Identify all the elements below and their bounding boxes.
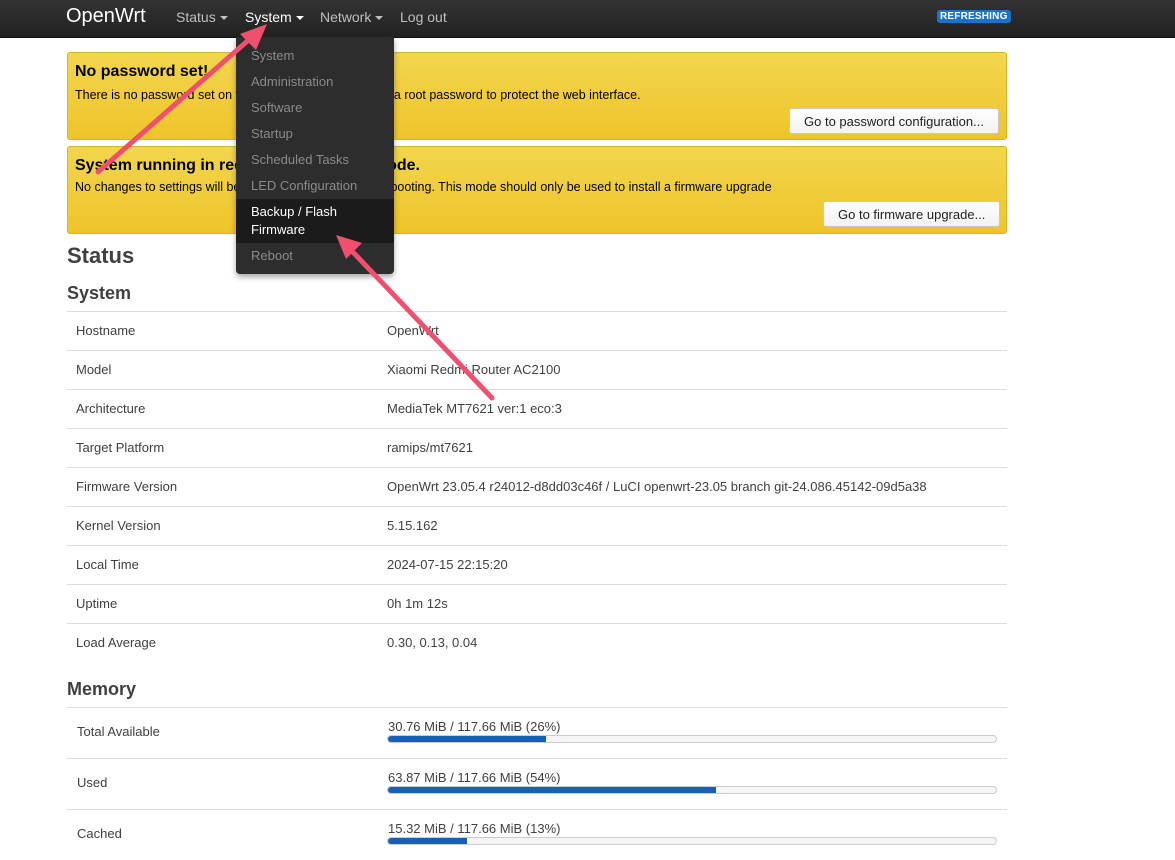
memory-section-title: Memory [67, 679, 137, 699]
row-key: Architecture [76, 401, 146, 416]
table-row: Total Available 30.76 MiB / 117.66 MiB (… [67, 707, 1007, 758]
nav-logout-label: Log out [400, 9, 447, 25]
row-value: OpenWrt [387, 323, 439, 338]
nav-status-label: Status [176, 9, 216, 25]
nav-network-label: Network [320, 9, 372, 25]
table-row: Local Time 2024-07-15 22:15:20 [67, 545, 1007, 584]
menu-item-led-configuration[interactable]: LED Configuration [236, 178, 394, 193]
top-navbar: OpenWrt Status System Network Log out RE… [0, 0, 1175, 38]
menu-item-system[interactable]: System [236, 48, 394, 63]
row-key: Model [76, 362, 112, 377]
page-title: Status [67, 243, 135, 268]
menu-item-label-line2: Firmware [251, 222, 306, 237]
brand-logo[interactable]: OpenWrt [66, 5, 146, 28]
menu-item-backup-flash-firmware[interactable]: Backup / Flash Firmware [236, 199, 394, 243]
chevron-down-icon [295, 16, 304, 21]
progress-fill [388, 787, 717, 793]
password-config-button[interactable]: Go to password configuration... [789, 108, 999, 134]
table-row: Cached 15.32 MiB / 117.66 MiB (13%) [67, 809, 1007, 860]
row-key: Cached [77, 826, 122, 841]
refreshing-badge[interactable]: REFRESHING [937, 10, 1011, 23]
progress-bar [387, 837, 997, 845]
alert-recovery-mode: System running in recovery (initramfs) m… [67, 146, 1007, 234]
chevron-down-icon [375, 16, 384, 21]
row-key: Local Time [76, 557, 139, 572]
progress-bar [387, 735, 997, 743]
system-info-table: Hostname OpenWrt Model Xiaomi Redmi Router… [67, 311, 1007, 662]
table-row: Target Platform ramips/mt7621 [67, 428, 1007, 467]
row-value: 2024-07-15 22:15:20 [387, 557, 508, 572]
table-row: Hostname OpenWrt [67, 311, 1007, 350]
table-row: Used 63.87 MiB / 117.66 MiB (54%) [67, 758, 1007, 809]
nav-logout[interactable]: Log out [400, 9, 447, 25]
row-key: Kernel Version [76, 518, 161, 533]
row-value: MediaTek MT7621 ver:1 eco:3 [387, 401, 562, 416]
row-value: ramips/mt7621 [387, 440, 473, 455]
row-key: Used [77, 775, 108, 790]
progress-text: 63.87 MiB / 117.66 MiB (54%) [388, 770, 561, 785]
progress-bar [387, 786, 997, 794]
table-row: Load Average 0.30, 0.13, 0.04 [67, 623, 1007, 662]
menu-item-administration[interactable]: Administration [236, 74, 394, 89]
menu-item-startup[interactable]: Startup [236, 126, 394, 141]
menu-item-reboot[interactable]: Reboot [236, 248, 394, 263]
row-key: Total Available [77, 724, 160, 739]
row-value: Xiaomi Redmi Router AC2100 [387, 362, 561, 377]
progress-fill [388, 736, 547, 742]
nav-network[interactable]: Network [320, 9, 384, 25]
progress-text: 15.32 MiB / 117.66 MiB (13%) [388, 821, 561, 836]
row-key: Firmware Version [76, 479, 178, 494]
table-row: Kernel Version 5.15.162 [67, 506, 1007, 545]
menu-item-label-line1: Backup / Flash [251, 204, 337, 219]
memory-table: Total Available 30.76 MiB / 117.66 MiB (… [67, 707, 1007, 860]
nav-system-label: System [245, 9, 292, 25]
row-key: Load Average [76, 635, 156, 650]
row-key: Target Platform [76, 440, 165, 455]
chevron-down-icon [219, 16, 228, 21]
row-value: 5.15.162 [387, 518, 438, 533]
table-row: Model Xiaomi Redmi Router AC2100 [67, 350, 1007, 389]
alert-no-password: No password set! There is no password se… [67, 52, 1007, 140]
row-key: Hostname [76, 323, 136, 338]
row-value: 0.30, 0.13, 0.04 [387, 635, 478, 650]
nav-status[interactable]: Status [176, 9, 228, 25]
menu-item-software[interactable]: Software [236, 100, 394, 115]
alert-title: No password set! [75, 63, 209, 80]
table-row: Firmware Version OpenWrt 23.05.4 r24012-d… [67, 467, 1007, 506]
row-value: OpenWrt 23.05.4 r24012-d8dd03c46f / LuCI… [387, 479, 927, 494]
row-key: Uptime [76, 596, 118, 611]
system-section-title: System [67, 283, 132, 303]
table-row: Architecture MediaTek MT7621 ver:1 eco:3 [67, 389, 1007, 428]
row-value: 0h 1m 12s [387, 596, 448, 611]
progress-text: 30.76 MiB / 117.66 MiB (26%) [388, 719, 561, 734]
firmware-upgrade-button[interactable]: Go to firmware upgrade... [823, 201, 1001, 227]
table-row: Uptime 0h 1m 12s [67, 584, 1007, 623]
progress-fill [388, 838, 468, 844]
nav-system[interactable]: System [245, 9, 304, 25]
alert-text: No changes to settings will be stored an… [75, 180, 772, 194]
system-dropdown-menu: System Administration Software Startup S… [236, 37, 394, 274]
menu-item-scheduled-tasks[interactable]: Scheduled Tasks [236, 152, 394, 167]
